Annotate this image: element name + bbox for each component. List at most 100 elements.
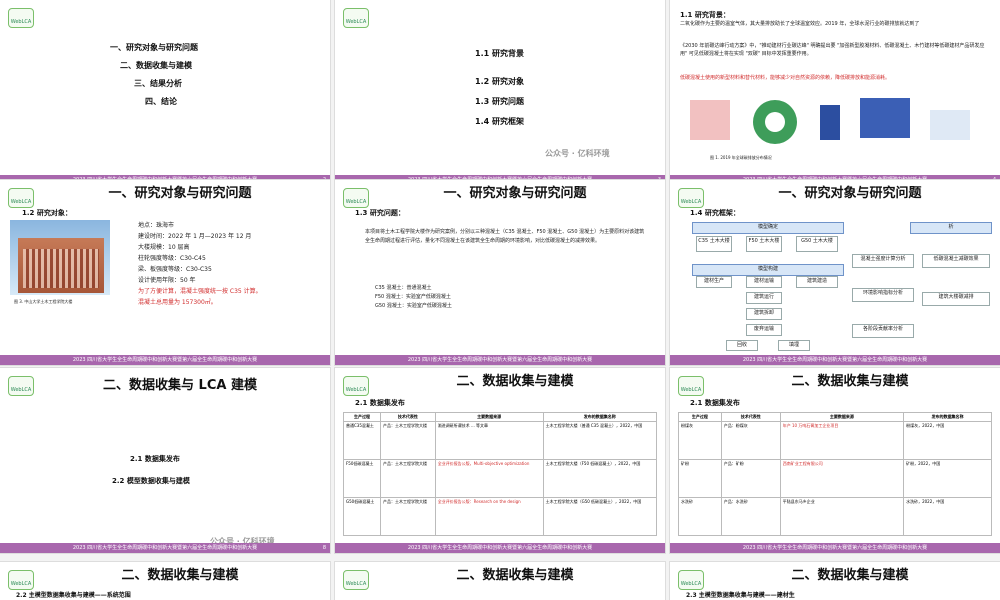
table-header: 技术代表性: [380, 412, 436, 422]
flow-node: 建材运输: [746, 276, 782, 288]
logo-icon: WebLCA: [343, 376, 369, 396]
list-item: C35 混凝土：普通混凝土: [375, 285, 432, 291]
slide-footer: 2023 四川省大学生全生命周期碳中和创新大赛暨第六届全生命周期碳中和创新大赛: [0, 543, 330, 553]
paragraph: 《2030 年前碳达峰行动方案》中，"推动建材行业碳达峰" 明确提出要 "加强新…: [680, 43, 985, 57]
table-cell: 产品：土木工程学院大楼: [380, 421, 436, 460]
chart-block: [690, 100, 730, 140]
data-table: 生产过程 技术代表性 主要数据来源 发布的数据集名称 粉煤灰 产品：粉煤灰 年产…: [678, 412, 992, 536]
table-header: 主要数据来源: [434, 412, 544, 422]
slide-title: 一、研究对象与研究问题: [443, 186, 587, 201]
slide-title: 一、研究对象与研究问题: [108, 186, 252, 201]
slide-title: 二、数据收集与 LCA 建模: [103, 378, 257, 393]
flow-node: G50 土木大楼: [796, 236, 838, 252]
slide-research-object[interactable]: WebLCA 一、研究对象与研究问题 1.2 研究对象： 图 3. 中山大学土木…: [0, 180, 330, 365]
logo-icon: WebLCA: [678, 188, 704, 208]
flow-node: 建筑大楼碳减排: [922, 292, 990, 306]
list-item: G50 混凝土：实验室产低碳混凝土: [375, 303, 452, 309]
table-cell: 西南矿业工程有限公司: [779, 459, 905, 498]
table-cell: 土木工程学院大楼（普通 C35 混凝土），2022，中国: [542, 421, 658, 460]
slide-title: 二、数据收集与建模: [121, 568, 239, 583]
flow-node: 模型确定: [692, 222, 844, 234]
toc-item: 1.3 研究问题: [475, 97, 524, 106]
table-cell: 产品：矿粉: [720, 459, 781, 498]
section-heading: 2.3 主模型数据集收集与建模——建材生: [686, 592, 795, 599]
table-header: 发布的数据集名称: [903, 412, 992, 422]
toc-item: 1.1 研究背景: [475, 49, 524, 58]
flow-node: F50 土木大楼: [746, 236, 782, 252]
table-cell: G50低碳混凝土: [342, 497, 382, 536]
table-cell: 水洗砂，2022，中国: [903, 497, 992, 536]
section-heading: 1.3 研究问题：: [355, 209, 405, 217]
flow-node: 混凝土强度计算分析: [852, 254, 914, 268]
flow-node: 建筑建造: [796, 276, 838, 288]
slide-system-scope[interactable]: WebLCA 二、数据收集与建模 2.2 主模型数据集收集与建模——系统范围: [0, 562, 330, 600]
slide-toc-2[interactable]: WebLCA 1.1 研究背景 1.2 研究对象 1.3 研究问题 1.4 研究…: [335, 0, 665, 185]
figure-caption: 图 3. 中山大学土木工程学院大楼: [14, 299, 73, 304]
slide-title: 二、数据收集与建模: [791, 374, 909, 389]
chart-block: [930, 110, 970, 140]
flow-node: 各阶段贡献率分析: [852, 324, 914, 338]
slide-dataset-2[interactable]: WebLCA 二、数据收集与建模 2.1 数据集发布 生产过程 技术代表性 主要…: [670, 368, 1000, 553]
slide-framework[interactable]: WebLCA 一、研究对象与研究问题 1.4 研究框架： 模型确定 C35 土木…: [670, 180, 1000, 365]
slide-title: 二、数据收集与建模: [456, 374, 574, 389]
table-header: 主要数据来源: [779, 412, 905, 422]
table-header: 技术代表性: [720, 412, 781, 422]
paragraph-highlight: 低碳混凝土使用的新型材料和替代材料，能够减少对自然资源的依赖，降低碳排放和能源消…: [680, 75, 891, 81]
slide-footer: 2023 四川省大学生全生命周期碳中和创新大赛暨第六届全生命周期碳中和创新大赛: [670, 543, 1000, 553]
logo-icon: WebLCA: [343, 8, 369, 28]
flow-node: 模型构建: [692, 264, 844, 276]
note-red: 为了方便计算，混凝土强度统一按 C35 计算。: [138, 288, 262, 295]
slide-materials[interactable]: WebLCA 二、数据收集与建模 2.3 主模型数据集收集与建模——建材生: [670, 562, 1000, 600]
table-cell: 产品：土木工程学院大楼: [380, 459, 436, 498]
slide-section-2[interactable]: WebLCA 二、数据收集与 LCA 建模 2.1 数据集发布 2.2 模型数据…: [0, 368, 330, 553]
flow-node: 析: [910, 222, 992, 234]
paragraph: 二氧化碳作为主要的温室气体，其大量排放助长了全球温室效应。2019 年，全球水泥…: [680, 21, 920, 27]
flow-node: 填埋: [778, 340, 810, 351]
slide-dataset-1[interactable]: WebLCA 二、数据收集与建模 2.1 数据集发布 生产过程 技术代表性 主要…: [335, 368, 665, 553]
flow-node: 废弃运输: [746, 324, 782, 336]
flow-node: 低碳混凝土减碳效果: [922, 254, 990, 268]
chart-bar: [820, 105, 840, 140]
slide-modeling[interactable]: WebLCA 二、数据收集与建模: [335, 562, 665, 600]
info-line: 设计使用年限：50 年: [138, 277, 196, 284]
table-cell: 粉煤灰: [678, 421, 722, 460]
slide-footer: 2023 四川省大学生全生命周期碳中和创新大赛暨第六届全生命周期碳中和创新大赛: [0, 355, 330, 365]
chart-block: [860, 98, 910, 138]
toc-item: 一、研究对象与研究问题: [110, 43, 198, 52]
table-cell: 平陆县东马乡企业: [779, 497, 905, 536]
table-cell: 年产 10 万吨石膏加工企业项目: [779, 421, 905, 460]
section-heading: 1.1 研究背景：: [680, 11, 730, 19]
info-line: 地点：珠海市: [138, 222, 175, 229]
table-cell: 水洗砂: [678, 497, 722, 536]
flow-node: 建筑拆卸: [746, 308, 782, 320]
flow-node: 建筑运行: [746, 292, 782, 304]
slide-toc-1[interactable]: WebLCA 一、研究对象与研究问题 二、数据收集与建模 三、结果分析 四、结论…: [0, 0, 330, 185]
slide-background[interactable]: 1.1 研究背景： 二氧化碳作为主要的温室气体，其大量排放助长了全球温室效应。2…: [670, 0, 1000, 185]
info-line: 柱轮强度等级：C30-C45: [138, 255, 206, 262]
table-cell: 产品：土木工程学院大楼: [380, 497, 436, 536]
table-cell: 全业评价报告公版：Research on the design: [434, 497, 544, 536]
logo-icon: WebLCA: [343, 570, 369, 590]
slide-research-question[interactable]: WebLCA 一、研究对象与研究问题 1.3 研究问题： 本项目将土木工程学院大…: [335, 180, 665, 365]
info-line: 大楼规模：10 层高: [138, 244, 190, 251]
table-cell: 渐进调研所谓技术 ... 等文章: [434, 421, 544, 460]
toc-item: 2.2 模型数据收集与建模: [112, 477, 190, 485]
info-line: 建设时间：2022 年 1 月—2023 年 12 月: [138, 233, 252, 240]
note-red: 混凝土总用量为 157300㎡。: [138, 299, 217, 306]
flow-node: 回收: [726, 340, 758, 351]
figure-caption: 图 1. 2019 年全球碳排放分布情况: [710, 155, 772, 160]
toc-item: 三、结果分析: [134, 79, 182, 88]
table-cell: 矿粉，2022，中国: [903, 459, 992, 498]
table-cell: 土木工程学院大楼（F50 低碳混凝土），2022，中国: [542, 459, 658, 498]
emission-chart: [690, 98, 970, 144]
table-cell: 粉煤灰，2022，中国: [903, 421, 992, 460]
table-header: 发布的数据集名称: [542, 412, 658, 422]
slide-title: 一、研究对象与研究问题: [778, 186, 922, 201]
slide-footer: 2023 四川省大学生全生命周期碳中和创新大赛暨第六届全生命周期碳中和创新大赛: [335, 543, 665, 553]
slide-title: 二、数据收集与建模: [456, 568, 574, 583]
logo-icon: WebLCA: [8, 8, 34, 28]
logo-icon: WebLCA: [8, 188, 34, 208]
logo-icon: WebLCA: [8, 376, 34, 396]
table-cell: F50低碳混凝土: [342, 459, 382, 498]
building-photo: [18, 238, 104, 293]
